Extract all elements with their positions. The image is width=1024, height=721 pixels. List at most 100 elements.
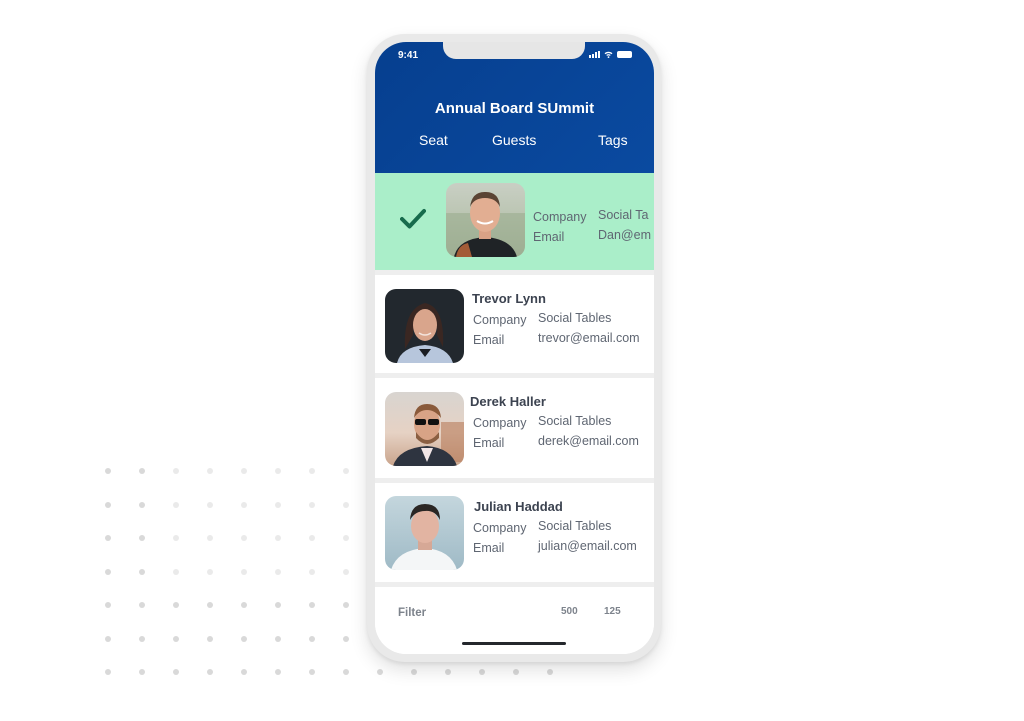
guest-row[interactable]: Derek Haller Company Email Social Tables…: [375, 378, 654, 478]
person-photo: [397, 303, 453, 363]
tab-guests[interactable]: Guests: [492, 132, 536, 148]
company-value: Social Tables: [538, 414, 612, 428]
grid-dot: [343, 636, 349, 642]
grid-dot: [547, 669, 553, 675]
grid-dot: [309, 636, 315, 642]
email-value: Dan@em: [598, 228, 651, 242]
footer-bar: Filter 500 125: [375, 594, 654, 654]
company-label: Company: [473, 521, 527, 535]
grid-dot: [207, 602, 213, 608]
grid-dot: [139, 502, 145, 508]
grid-dot: [275, 636, 281, 642]
grid-dot: [105, 669, 111, 675]
guest-row[interactable]: Julian Haddad Company Email Social Table…: [375, 483, 654, 582]
grid-dot: [275, 502, 281, 508]
phone-notch: [443, 42, 585, 59]
grid-dot: [513, 669, 519, 675]
grid-dot: [241, 468, 247, 474]
checkmark-icon: [400, 209, 426, 229]
guest-avatar: [446, 183, 525, 257]
grid-dot: [241, 535, 247, 541]
grid-dot: [377, 669, 383, 675]
event-title: Annual Board SUmmit: [434, 100, 595, 117]
grid-dot: [309, 468, 315, 474]
signal-icon: [589, 51, 600, 58]
grid-dot: [241, 602, 247, 608]
grid-dot: [207, 569, 213, 575]
status-time: 9:41: [398, 50, 419, 61]
email-value: trevor@email.com: [538, 331, 640, 345]
grid-dot: [173, 535, 179, 541]
grid-dot: [309, 535, 315, 541]
grid-dot: [139, 468, 145, 474]
email-value: derek@email.com: [538, 434, 639, 448]
tab-tags[interactable]: Tags: [598, 132, 628, 148]
guest-name: Trevor Lynn: [472, 291, 546, 306]
guest-avatar: [385, 392, 464, 466]
person-photo: [391, 504, 457, 570]
grid-dot: [173, 602, 179, 608]
email-value: julian@email.com: [538, 539, 637, 553]
grid-dot: [241, 569, 247, 575]
grid-dot: [275, 602, 281, 608]
grid-dot: [343, 468, 349, 474]
grid-dot: [139, 636, 145, 642]
grid-dot: [105, 468, 111, 474]
grid-dot: [275, 569, 281, 575]
grid-dot: [139, 535, 145, 541]
grid-dot: [241, 669, 247, 675]
grid-dot: [343, 502, 349, 508]
app-header: 9:41 Annual Board SUmmit Seat Guests Tag…: [375, 42, 654, 175]
grid-dot: [173, 468, 179, 474]
wifi-icon: [604, 51, 613, 58]
grid-dot: [105, 535, 111, 541]
grid-dot: [105, 569, 111, 575]
phone-frame: 9:41 Annual Board SUmmit Seat Guests Tag…: [367, 34, 661, 662]
grid-dot: [105, 636, 111, 642]
tab-seat[interactable]: Seat: [419, 132, 448, 148]
grid-dot: [139, 602, 145, 608]
email-label: Email: [473, 333, 505, 347]
email-label: Email: [473, 436, 505, 450]
grid-dot: [275, 535, 281, 541]
grid-dot: [309, 669, 315, 675]
grid-dot: [275, 669, 281, 675]
battery-icon: [617, 51, 632, 58]
grid-dot: [105, 602, 111, 608]
grid-dot: [173, 669, 179, 675]
guest-row-selected[interactable]: Company Email Social Ta Dan@em: [375, 173, 654, 270]
row-divider: [375, 582, 654, 587]
phone-screen: 9:41 Annual Board SUmmit Seat Guests Tag…: [375, 42, 654, 654]
company-value: Social Ta: [598, 208, 649, 222]
guest-row[interactable]: Trevor Lynn Company Email Social Tables …: [375, 275, 654, 373]
person-photo: [393, 404, 464, 466]
grid-dot: [173, 636, 179, 642]
home-indicator[interactable]: [462, 642, 566, 645]
grid-dot: [207, 468, 213, 474]
grid-dot: [207, 535, 213, 541]
person-photo: [446, 191, 525, 257]
filter-button[interactable]: Filter: [398, 607, 426, 619]
status-icons: [589, 51, 632, 58]
grid-dot: [309, 602, 315, 608]
guest-avatar: [385, 289, 464, 363]
total-count: 500: [561, 606, 578, 617]
grid-dot: [241, 636, 247, 642]
grid-dot: [343, 535, 349, 541]
guest-name: Derek Haller: [470, 394, 546, 409]
grid-dot: [173, 569, 179, 575]
guest-name: Julian Haddad: [474, 499, 563, 514]
grid-dot: [207, 669, 213, 675]
grid-dot: [343, 669, 349, 675]
grid-dot: [309, 569, 315, 575]
grid-dot: [173, 502, 179, 508]
company-value: Social Tables: [538, 519, 612, 533]
grid-dot: [207, 502, 213, 508]
company-label: Company: [473, 416, 527, 430]
grid-dot: [445, 669, 451, 675]
grid-dot: [343, 569, 349, 575]
grid-dot: [105, 502, 111, 508]
seated-count: 125: [604, 606, 621, 617]
email-label: Email: [473, 541, 505, 555]
guest-avatar: [385, 496, 464, 570]
